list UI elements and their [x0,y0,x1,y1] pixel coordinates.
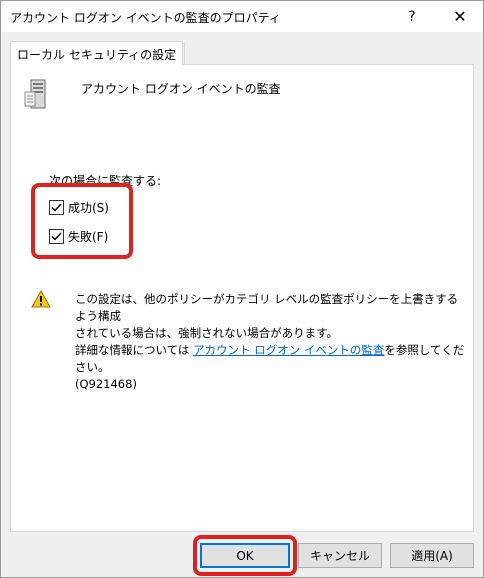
window-title: アカウント ログオン イベントの監査のプロパティ [10,11,281,25]
policy-name: アカウント ログオン イベントの監査 [81,82,281,96]
title-bar[interactable]: アカウント ログオン イベントの監査のプロパティ ? ✕ [1,1,483,32]
warning-line-4: (Q921468) [75,377,137,391]
warning-line-2: されている場合は、強制されない場合があります。 [75,326,339,340]
properties-dialog: アカウント ログオン イベントの監査のプロパティ ? ✕ ローカル セキュリティ… [0,0,484,578]
warning-line-3-prefix: 詳細な情報については [75,343,194,357]
close-button[interactable]: ✕ [437,1,483,32]
tab-local-security-setting[interactable]: ローカル セキュリティの設定 [10,41,184,66]
apply-button[interactable]: 適用(A) [390,543,474,568]
warning-line-3: 詳細な情報については アカウント ログオン イベントの監査を参照してください。 [75,342,465,376]
warning-icon [31,290,51,308]
server-policy-icon [24,79,46,109]
tab-panel: アカウント ログオン イベントの監査 次の場合に監査する: 成功(S) 失敗(F… [10,64,474,532]
checkbox-highlight [31,183,133,259]
cancel-button[interactable]: キャンセル [298,543,382,568]
ok-highlight [193,535,297,576]
warning-line-1: この設定は、他のポリシーがカテゴリ レベルの監査ポリシーを上書きするよう構成 [75,292,459,323]
policy-help-link[interactable]: アカウント ログオン イベントの監査 [193,343,384,357]
warning-message: この設定は、他のポリシーがカテゴリ レベルの監査ポリシーを上書きするよう構成 さ… [75,291,465,393]
help-button[interactable]: ? [389,1,435,32]
